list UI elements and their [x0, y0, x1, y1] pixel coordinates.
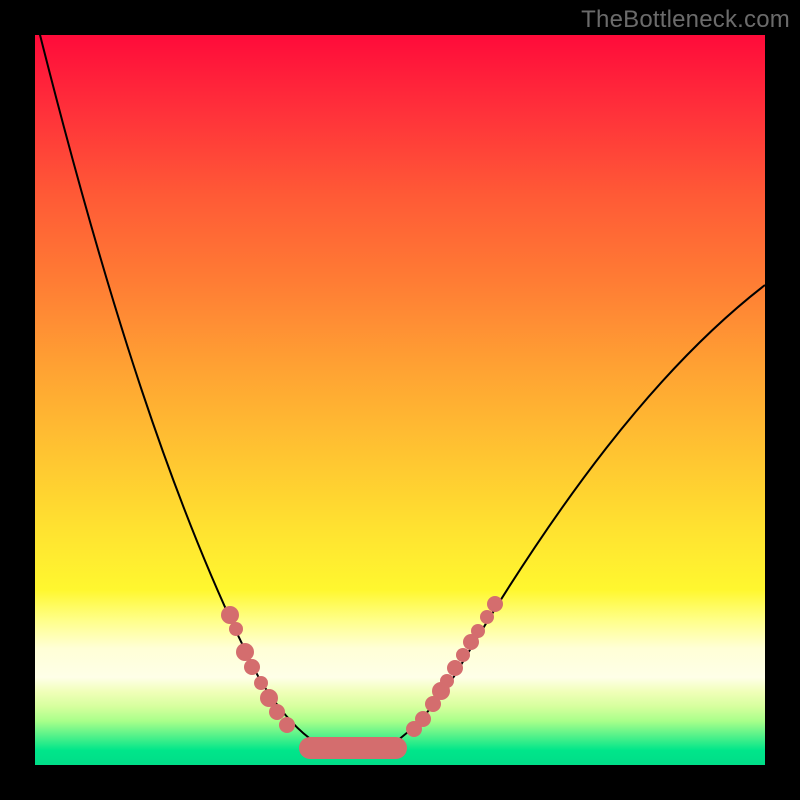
marker-right-5: [447, 660, 463, 676]
plot-area: [35, 35, 765, 765]
marker-left-0: [221, 606, 239, 624]
marker-right-1: [415, 711, 431, 727]
valley-band: [299, 737, 407, 759]
marker-left-6: [269, 704, 285, 720]
bottleneck-curve: [35, 15, 765, 755]
marker-right-9: [480, 610, 494, 624]
marker-left-3: [244, 659, 260, 675]
watermark-text: TheBottleneck.com: [581, 6, 790, 34]
marker-right-6: [456, 648, 470, 662]
marker-left-4: [254, 676, 268, 690]
marker-left-7: [279, 717, 295, 733]
curve-svg: [35, 35, 765, 765]
chart-frame: TheBottleneck.com: [0, 0, 800, 800]
marker-right-8: [471, 624, 485, 638]
marker-right-4: [440, 674, 454, 688]
marker-left-1: [229, 622, 243, 636]
marker-left-2: [236, 643, 254, 661]
marker-right-10: [487, 596, 503, 612]
